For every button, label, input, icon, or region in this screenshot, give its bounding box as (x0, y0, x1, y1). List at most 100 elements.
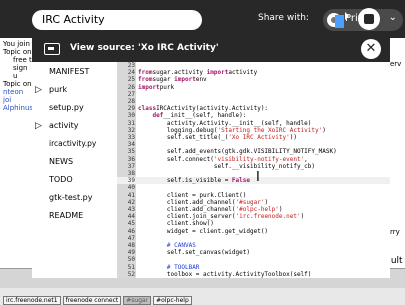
line-number: 33 (127, 134, 135, 141)
close-button[interactable]: ✕ (361, 39, 381, 59)
line-number: 26 (127, 83, 135, 91)
activity-name-field[interactable]: IRC Activity (32, 10, 202, 30)
line-number: 42 (127, 198, 135, 206)
line-number: 48 (127, 242, 135, 249)
chat-line: free t (13, 56, 32, 64)
code-line: 28 (117, 98, 390, 105)
code-text: self.add_events(gtk.gdk.VISIBILITY_NOTIF… (138, 148, 337, 156)
line-number: 44 (127, 213, 135, 221)
code-text: classIRCActivity(activity.Activity): (138, 105, 269, 113)
dialog-title: View source: 'Xo IRC Activity' (70, 43, 219, 53)
line-number: 49 (127, 249, 135, 257)
code-text: self.set_canvas(widget) (138, 249, 250, 257)
file-name: NEWS (49, 157, 74, 166)
chevron-down-icon: ⌄ (388, 12, 397, 23)
line-number: 43 (127, 206, 135, 213)
file-item[interactable]: gtk-test.py (32, 191, 117, 205)
view-source-icon (44, 43, 60, 55)
line-number: 46 (127, 227, 135, 235)
expander-icon[interactable]: ▷ (35, 83, 42, 97)
code-line: 52 toolbox = activity.ActivityToolbox(se… (117, 271, 390, 278)
code-line: 43 client.add_channel('#olpc-help') (117, 206, 390, 213)
code-line: 27 (117, 91, 390, 98)
code-line: 32 logging.debug('Starting the XoIRC Act… (117, 127, 390, 134)
code-line: 45 client.show() (117, 220, 390, 227)
line-number: 39 (127, 177, 135, 185)
line-number: 36 (127, 155, 135, 163)
chat-line: sign u (13, 64, 28, 80)
chat-line: Alphinus (3, 104, 32, 112)
code-line: 51 # TOOLBAR (117, 264, 390, 271)
code-text: client.add_channel('#olpc-help') (138, 206, 283, 213)
code-line: 37 self.__visibility_notify_cb) (117, 163, 390, 170)
tab-freenode-connect[interactable]: freenode connect (62, 296, 122, 305)
file-item[interactable]: NEWS (32, 155, 117, 169)
text-cursor-icon: Ⅰ (256, 170, 260, 185)
code-text: toolbox = activity.ActivityToolbox(self) (138, 270, 312, 278)
file-item[interactable]: ▷ purk (32, 83, 117, 97)
tab-olpc-help[interactable]: #olpc-help (153, 296, 192, 305)
line-number: 24 (127, 69, 135, 77)
code-text: activity.Activity.__init__(self, handle) (138, 119, 312, 127)
code-line: 30 def__init__(self, handle): (117, 112, 390, 119)
file-item[interactable]: ircactivity.py (32, 137, 117, 151)
line-number: 38 (127, 170, 135, 177)
keep-icon[interactable] (332, 10, 350, 30)
code-line: 26 importpurk (117, 84, 390, 91)
file-item[interactable]: setup.py (32, 101, 117, 115)
line-number: 40 (127, 184, 135, 192)
source-editor[interactable]: 23 24 fromsugar.activity importactivity 25 f… (117, 62, 390, 278)
code-text: self.is_visible = False (138, 177, 250, 185)
file-name: ircactivity.py (49, 139, 97, 148)
expander-icon[interactable]: ▷ (35, 119, 42, 133)
chat-fragment: rry (390, 228, 400, 236)
code-line: 35 self.add_events(gtk.gdk.VISIBILITY_NO… (117, 148, 390, 155)
dialog-header: View source: 'Xo IRC Activity' ✕ (32, 38, 390, 60)
file-item[interactable]: MANIFEST (32, 65, 117, 79)
file-name: MANIFEST (49, 67, 90, 76)
code-line: 39 self.is_visible = False (117, 177, 390, 185)
code-line: 50 (117, 256, 390, 263)
code-text: client = purk.Client() (138, 191, 247, 199)
code-line: 31 activity.Activity.__init__(self, hand… (117, 120, 390, 127)
chat-log-left: You join Topic on free t sign u Topic on… (0, 38, 32, 268)
screen: IRC Activity Share with: Private ⌄ You j… (0, 0, 405, 305)
chat-line: Topic on (3, 48, 32, 56)
file-item[interactable]: README (32, 209, 117, 223)
chat-fragment: erv (390, 60, 402, 68)
line-number: 28 (127, 98, 135, 105)
view-source-dialog: View source: 'Xo IRC Activity' ✕ MANIFES… (32, 38, 390, 278)
chat-line: Topic on (3, 80, 32, 88)
line-number: 30 (127, 112, 135, 120)
code-text: def__init__(self, handle): (152, 112, 247, 120)
line-number: 35 (127, 148, 135, 156)
file-item[interactable]: ▷ activity (32, 119, 117, 133)
code-line: 33 self.set_title(_('Xo IRC Activity')) (117, 134, 390, 141)
file-item[interactable]: TODO (32, 173, 117, 187)
file-name: setup.py (49, 103, 84, 112)
code-line: 36 self.connect('visibility-notify-event… (117, 156, 390, 163)
line-number: 29 (127, 105, 135, 113)
code-line: 42 client.add_channel('#sugar') (117, 199, 390, 206)
line-number: 27 (127, 90, 135, 98)
code-text: widget = client.get_widget() (138, 227, 269, 235)
code-line: 44 client.join_server('irc.freenode.net'… (117, 213, 390, 220)
code-text: self.__visibility_notify_cb) (138, 162, 316, 170)
line-number: 41 (127, 191, 135, 199)
code-line: 38 (117, 170, 390, 177)
stop-button[interactable] (358, 8, 380, 30)
tab-sugar[interactable]: #sugar (123, 296, 152, 305)
channel-tabs: irc.freenode.net1 freenode connect #suga… (3, 296, 192, 305)
tab-server[interactable]: irc.freenode.net1 (3, 296, 61, 305)
code-text: # TOOLBAR (166, 263, 200, 271)
file-name: TODO (49, 175, 73, 184)
chat-line: nteon joi (3, 88, 24, 104)
line-number: 47 (127, 234, 135, 242)
code-line: 29 classIRCActivity(activity.Activity): (117, 105, 390, 112)
code-text: logging.debug('Starting the XoIRC Activi… (138, 126, 326, 134)
line-number: 37 (127, 162, 135, 170)
file-name: activity (49, 121, 79, 130)
